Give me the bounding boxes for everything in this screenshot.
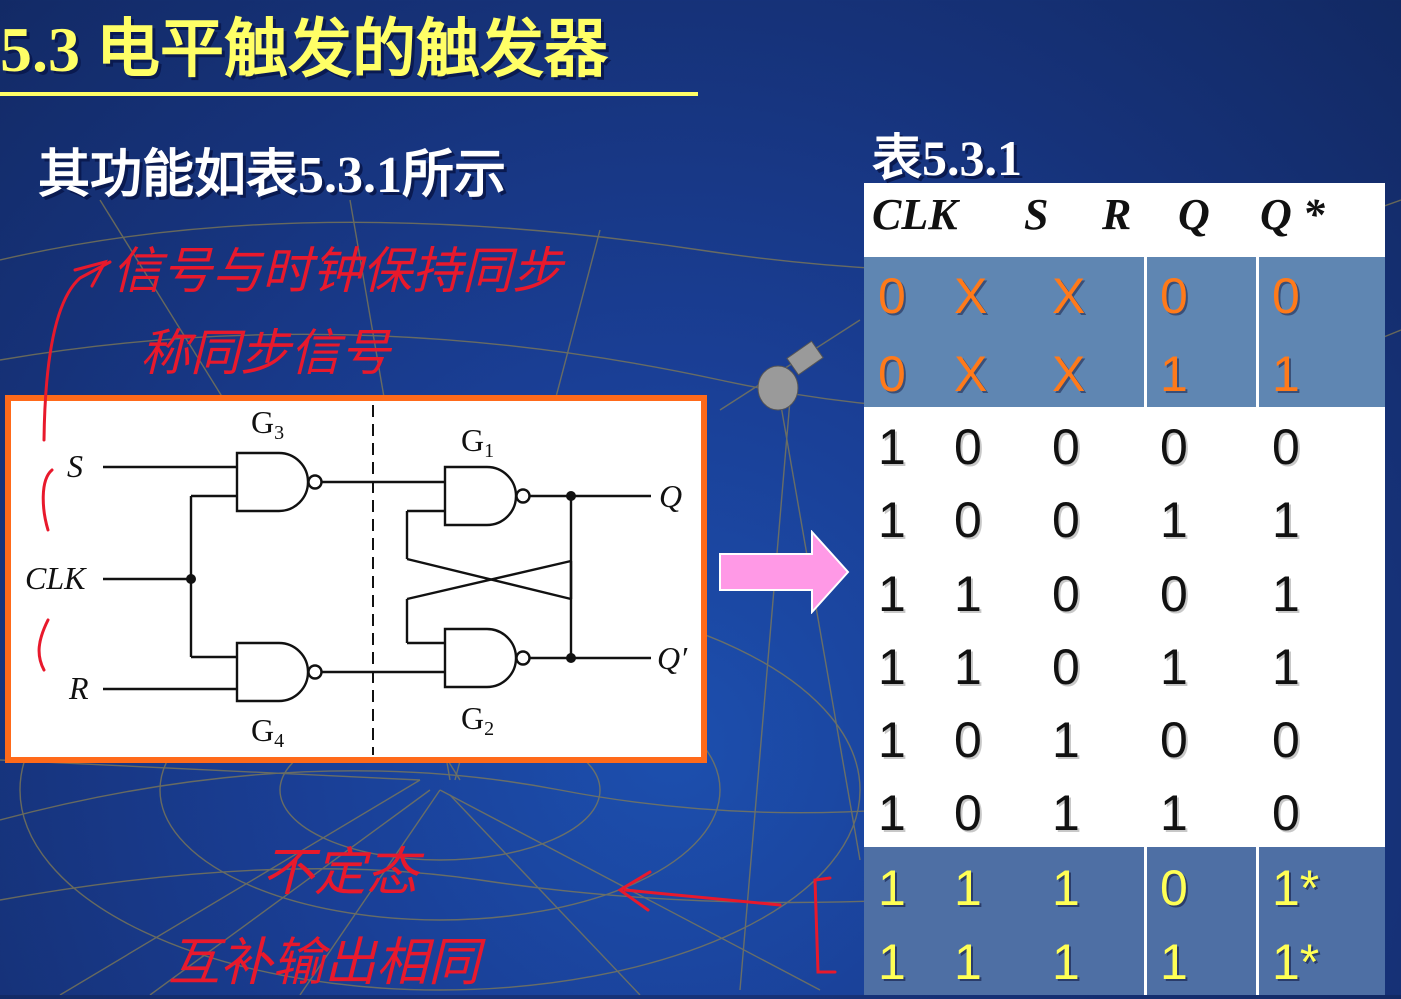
- truth-table-row: 0XX11: [864, 337, 1385, 411]
- gate-g2-label: G2: [461, 700, 494, 740]
- gate-g3-label: G3: [251, 404, 284, 444]
- truth-table-cell: 0: [1160, 712, 1188, 768]
- truth-table-cell: 0: [1160, 860, 1188, 916]
- lamp-icon: [757, 340, 824, 411]
- truth-table-cell: 1: [1160, 934, 1188, 990]
- truth-table-cell: X: [954, 346, 988, 402]
- truth-table-cell: 0: [954, 492, 982, 548]
- right-arrow-icon: [719, 530, 850, 614]
- truth-table-cell: 1: [878, 712, 906, 768]
- truth-table-row: 10110: [864, 776, 1385, 850]
- circuit-diagram-svg: S CLK R Q Q′ G3 G4 G1 G2: [25, 404, 688, 755]
- truth-table-cell: 0: [1272, 785, 1300, 841]
- truth-table-cell: 1: [878, 639, 906, 695]
- truth-table-cell: 0: [954, 712, 982, 768]
- gate-g4-label: G4: [251, 712, 284, 752]
- header-r: R: [1102, 190, 1132, 239]
- gate-g1-label: G1: [461, 422, 494, 462]
- header-q-next: Q *: [1260, 190, 1325, 239]
- truth-table-row: 10100: [864, 703, 1385, 777]
- header-clk: CLK: [872, 190, 958, 239]
- slide-subtitle: 其功能如表5.3.1所示: [38, 147, 507, 204]
- header-q: Q: [1178, 190, 1210, 239]
- truth-table-row: 11011: [864, 630, 1385, 704]
- truth-table: 0XX000XX11100001001111001110111010010110…: [864, 257, 1385, 995]
- truth-table-cell: 1*: [1272, 934, 1320, 990]
- truth-table-header: CLK S R Q Q *: [864, 183, 1385, 257]
- truth-table-cell: 1: [1272, 566, 1300, 622]
- truth-table-cell: 0: [1052, 566, 1080, 622]
- truth-table-cell: 0: [954, 785, 982, 841]
- truth-table-cell: 0: [1160, 419, 1188, 475]
- truth-table-cell: 1: [878, 492, 906, 548]
- truth-table-cell: 1: [1052, 785, 1080, 841]
- truth-table-cell: 1: [1272, 346, 1300, 402]
- truth-table-cell: 0: [1272, 419, 1300, 475]
- input-clk-label: CLK: [25, 560, 87, 596]
- output-q-prime-label: Q′: [657, 640, 688, 676]
- truth-table-cell: 1: [1160, 492, 1188, 548]
- truth-table-row: 1 1 1 1 1*: [864, 925, 1385, 999]
- truth-table-cell: 1: [1052, 712, 1080, 768]
- truth-table-cell: 1: [1052, 934, 1080, 990]
- truth-table-cell: X: [954, 268, 988, 324]
- truth-table-cell: 1: [1272, 492, 1300, 548]
- truth-table-cell: 0: [1052, 639, 1080, 695]
- truth-table-cell: 0: [1160, 566, 1188, 622]
- table-caption: 表5.3.1: [872, 130, 1022, 186]
- truth-table-cell: 1: [1052, 860, 1080, 916]
- title-underline: [0, 92, 698, 96]
- truth-table-cell: 1: [878, 566, 906, 622]
- circuit-diagram: S CLK R Q Q′ G3 G4 G1 G2: [5, 395, 707, 763]
- truth-table-cell: 1: [954, 566, 982, 622]
- truth-table-cell: 0: [1052, 419, 1080, 475]
- truth-table-cell: 1: [1160, 346, 1188, 402]
- truth-table-cell: 1: [878, 785, 906, 841]
- truth-table-row: 10000: [864, 410, 1385, 484]
- truth-table-cell: 0: [1272, 712, 1300, 768]
- truth-table-cell: X: [1052, 346, 1086, 402]
- input-s-label: S: [67, 448, 83, 484]
- truth-table-cell: 1: [954, 639, 982, 695]
- truth-table-cell: 1: [954, 860, 982, 916]
- truth-table-cell: 0: [1052, 492, 1080, 548]
- truth-table-cell: 0: [954, 419, 982, 475]
- output-q-label: Q: [659, 478, 682, 514]
- input-r-label: R: [68, 670, 89, 706]
- truth-table-cell: 1: [1160, 639, 1188, 695]
- truth-table-cell: 0: [1272, 268, 1300, 324]
- truth-table-cell: 0: [1160, 268, 1188, 324]
- truth-table-cell: 0: [878, 268, 906, 324]
- truth-table-cell: 1: [878, 934, 906, 990]
- slide-title: 5.3 电平触发的触发器: [0, 14, 608, 85]
- truth-table-cell: 1: [954, 934, 982, 990]
- truth-table-row: 11001: [864, 557, 1385, 631]
- truth-table-cell: 1*: [1272, 860, 1320, 916]
- truth-table-cell: X: [1052, 268, 1086, 324]
- truth-table-cell: 1: [1272, 639, 1300, 695]
- truth-table-cell: 1: [878, 419, 906, 475]
- truth-table-row: 0XX00: [864, 259, 1385, 333]
- truth-table-row: 1 1 1 0 1*: [864, 851, 1385, 925]
- header-s: S: [1024, 190, 1049, 239]
- truth-table-cell: 0: [878, 346, 906, 402]
- truth-table-row: 10011: [864, 483, 1385, 557]
- truth-table-cell: 1: [878, 860, 906, 916]
- truth-table-cell: 1: [1160, 785, 1188, 841]
